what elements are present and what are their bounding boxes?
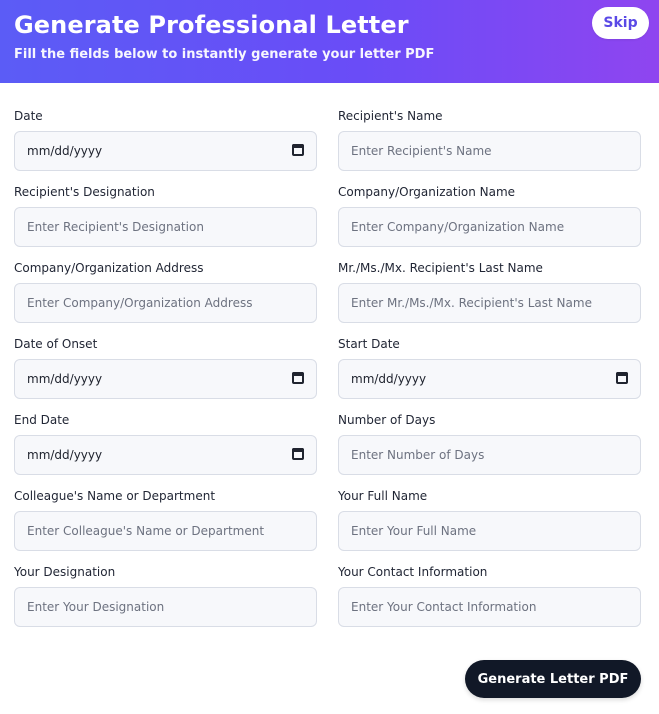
date-input-wrap (14, 131, 317, 171)
end-date-input[interactable] (14, 435, 317, 475)
field-date: Date (14, 109, 317, 171)
your-designation-input[interactable] (14, 587, 317, 627)
letter-generator-app: Generate Professional Letter Fill the fi… (0, 0, 659, 714)
skip-button[interactable]: Skip (592, 7, 649, 39)
field-your-contact-information: Your Contact Information (338, 565, 641, 627)
letter-form: Date Recipient's Name Recipient's Design… (14, 109, 641, 627)
recipient-designation-input[interactable] (14, 207, 317, 247)
number-of-days-input[interactable] (338, 435, 641, 475)
page-subtitle: Fill the fields below to instantly gener… (14, 47, 435, 62)
start-date-input[interactable] (338, 359, 641, 399)
field-recipient-name: Recipient's Name (338, 109, 641, 171)
date-label: Date (14, 109, 43, 123)
field-number-of-days: Number of Days (338, 413, 641, 475)
company-name-input[interactable] (338, 207, 641, 247)
your-designation-label: Your Designation (14, 565, 116, 579)
company-address-input[interactable] (14, 283, 317, 323)
colleague-name-department-input[interactable] (14, 511, 317, 551)
page-title: Generate Professional Letter (14, 11, 409, 39)
company-address-label: Company/Organization Address (14, 261, 204, 275)
recipient-last-name-input[interactable] (338, 283, 641, 323)
date-of-onset-input-wrap (14, 359, 317, 399)
recipient-designation-label: Recipient's Designation (14, 185, 155, 199)
field-recipient-designation: Recipient's Designation (14, 185, 317, 247)
date-of-onset-input[interactable] (14, 359, 317, 399)
your-contact-information-label: Your Contact Information (338, 565, 488, 579)
recipient-last-name-label: Mr./Ms./Mx. Recipient's Last Name (338, 261, 543, 275)
colleague-name-department-label: Colleague's Name or Department (14, 489, 216, 503)
field-end-date: End Date (14, 413, 317, 475)
generate-letter-pdf-button[interactable]: Generate Letter PDF (465, 660, 641, 698)
start-date-input-wrap (338, 359, 641, 399)
date-of-onset-label: Date of Onset (14, 337, 98, 351)
field-start-date: Start Date (338, 337, 641, 399)
recipient-name-label: Recipient's Name (338, 109, 443, 123)
start-date-label: Start Date (338, 337, 400, 351)
end-date-label: End Date (14, 413, 70, 427)
recipient-name-input[interactable] (338, 131, 641, 171)
field-recipient-last-name: Mr./Ms./Mx. Recipient's Last Name (338, 261, 641, 323)
field-your-full-name: Your Full Name (338, 489, 641, 551)
company-name-label: Company/Organization Name (338, 185, 516, 199)
field-date-of-onset: Date of Onset (14, 337, 317, 399)
field-company-name: Company/Organization Name (338, 185, 641, 247)
field-company-address: Company/Organization Address (14, 261, 317, 323)
your-contact-information-input[interactable] (338, 587, 641, 627)
field-your-designation: Your Designation (14, 565, 317, 627)
number-of-days-label: Number of Days (338, 413, 436, 427)
end-date-input-wrap (14, 435, 317, 475)
field-colleague-name-department: Colleague's Name or Department (14, 489, 317, 551)
page-header: Generate Professional Letter Fill the fi… (0, 0, 659, 83)
your-full-name-input[interactable] (338, 511, 641, 551)
date-input[interactable] (14, 131, 317, 171)
your-full-name-label: Your Full Name (338, 489, 428, 503)
